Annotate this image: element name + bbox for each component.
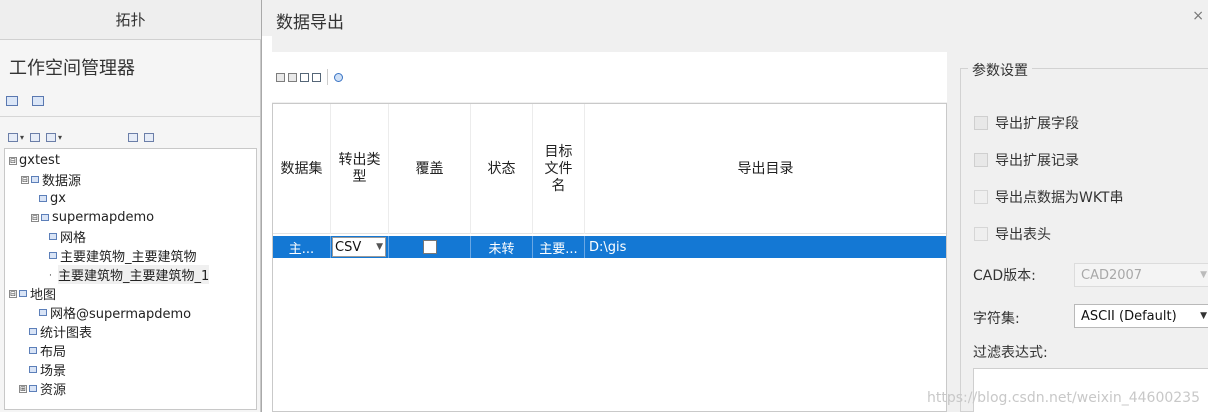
resource-icon[interactable] — [32, 96, 44, 106]
collapse-icon[interactable]: ⊟ — [21, 175, 29, 184]
export-header-checkbox[interactable] — [974, 227, 988, 241]
params-panel: 导出扩展字段 导出扩展记录 导出点数据为WKT串 导出表头 CAD版本: CAD… — [956, 50, 1208, 412]
tree-node-datasources[interactable]: ⊟ 数据源 — [21, 170, 81, 189]
export-ext-fields-checkbox[interactable] — [974, 116, 988, 130]
topology-tab[interactable]: 拓扑 — [0, 0, 261, 40]
tree-node-buildings-1[interactable]: · 主要建筑物_主要建筑物_1 — [49, 265, 210, 284]
dropdown-icon[interactable]: ▾ — [58, 133, 62, 142]
toolbar-separator — [327, 69, 328, 85]
add-dataset-icon[interactable] — [276, 72, 285, 82]
expand-all-icon[interactable] — [128, 132, 139, 142]
tree-node-maps[interactable]: ⊟ 地图 — [9, 284, 56, 303]
params-group: 导出扩展字段 导出扩展记录 导出点数据为WKT串 导出表头 CAD版本: CAD… — [960, 68, 1208, 412]
workspace-toolbar — [6, 92, 44, 110]
tree-node-buildings[interactable]: 主要建筑物_主要建筑物 — [49, 246, 197, 265]
tree-node-gx[interactable]: gx — [39, 189, 66, 208]
search-icon[interactable] — [46, 132, 57, 142]
collapse-icon[interactable]: ⊟ — [9, 156, 17, 165]
cad-version-select[interactable]: CAD2007 ▼ — [1074, 263, 1208, 287]
export-ext-records-checkbox[interactable] — [974, 153, 988, 167]
export-type-select[interactable]: CSV ▼ — [332, 237, 386, 257]
open-icon[interactable] — [8, 132, 18, 142]
chart-icon — [29, 328, 37, 335]
app-window: 拓扑 工作空间管理器 ▾ ▾ ⊟ gxtest ⊟ 数据源 gx ⊟ super… — [0, 0, 1208, 412]
scene-icon — [29, 366, 37, 373]
tree-node-supermapdemo[interactable]: ⊟ supermapdemo — [31, 208, 154, 227]
cell-target-file[interactable]: 主要... — [533, 236, 585, 258]
charset-select[interactable]: ASCII (Default) ▼ — [1074, 304, 1208, 328]
export-ext-fields-option[interactable]: 导出扩展字段 — [974, 113, 1079, 133]
cell-export-directory[interactable]: D:\gis — [585, 236, 946, 258]
datasource-icon — [39, 195, 47, 202]
header-overwrite[interactable]: 覆盖 — [389, 104, 471, 234]
tree-node-layouts[interactable]: 布局 — [29, 341, 66, 360]
header-status[interactable]: 状态 — [471, 104, 533, 234]
workspace-icon[interactable] — [6, 96, 18, 106]
export-point-wkt-checkbox[interactable] — [974, 190, 988, 204]
dialog-title: 数据导出 — [276, 13, 344, 33]
cell-status[interactable]: 未转 — [471, 236, 533, 258]
dropdown-icon[interactable]: ▾ — [20, 133, 24, 142]
params-legend: 参数设置 — [968, 60, 1032, 80]
tree-node-gxtest[interactable]: ⊟ gxtest — [9, 151, 60, 170]
workspace-manager-title: 工作空间管理器 — [9, 58, 135, 79]
new-icon[interactable] — [30, 132, 41, 142]
tree-node-resources[interactable]: ⊞ 资源 — [19, 379, 66, 398]
settings-icon[interactable] — [334, 72, 343, 82]
collapse-icon[interactable]: ⊟ — [31, 213, 39, 222]
chevron-down-icon: ▼ — [376, 242, 383, 252]
filter-expression-label: 过滤表达式: — [973, 345, 1048, 361]
tree-node-scenes[interactable]: 场景 — [29, 360, 66, 379]
workspace-tree[interactable]: ⊟ gxtest ⊟ 数据源 gx ⊟ supermapdemo 网格 主要建筑… — [4, 148, 257, 410]
map-icon — [39, 309, 47, 316]
layout-icon — [29, 347, 37, 354]
invert-selection-icon[interactable] — [312, 72, 321, 82]
charset-label: 字符集: — [973, 311, 1020, 327]
export-header-option[interactable]: 导出表头 — [974, 224, 1051, 244]
cell-export-type[interactable]: CSV ▼ — [331, 236, 389, 258]
datasource-icon — [31, 176, 39, 183]
header-export-directory[interactable]: 导出目录 — [585, 104, 946, 234]
cad-version-label: CAD版本: — [973, 268, 1036, 284]
tree-toolbar: ▾ ▾ — [8, 129, 155, 145]
divider — [0, 116, 260, 117]
header-export-type[interactable]: 转出类 型 — [331, 104, 389, 234]
grid-dataset-icon — [49, 233, 57, 240]
delete-icon[interactable] — [288, 72, 297, 82]
grid-toolbar — [272, 52, 947, 102]
header-target-file[interactable]: 目标 文件 名 — [533, 104, 585, 234]
overwrite-checkbox[interactable] — [422, 240, 437, 254]
tabular-dataset-icon: · — [49, 271, 52, 281]
export-ext-records-option[interactable]: 导出扩展记录 — [974, 150, 1079, 170]
resource-icon — [29, 385, 37, 392]
chevron-down-icon: ▼ — [1200, 311, 1207, 321]
cell-overwrite[interactable] — [389, 236, 471, 258]
collapse-all-icon[interactable] — [144, 132, 155, 142]
datasource-icon — [41, 214, 49, 221]
export-grid[interactable]: 数据集 转出类 型 覆盖 状态 目标 文件 名 导出目录 主... CSV ▼ — [272, 103, 947, 412]
close-icon[interactable]: × — [1192, 8, 1204, 24]
tree-node-charts[interactable]: 统计图表 — [29, 322, 92, 341]
tree-node-map-grid[interactable]: 网格@supermapdemo — [39, 303, 191, 322]
expand-icon[interactable]: ⊞ — [19, 384, 27, 393]
select-all-icon[interactable] — [300, 72, 309, 82]
tree-node-grid[interactable]: 网格 — [49, 227, 86, 246]
export-point-wkt-option[interactable]: 导出点数据为WKT串 — [974, 187, 1124, 207]
region-dataset-icon — [49, 252, 57, 259]
watermark: https://blog.csdn.net/weixin_44600235 — [926, 390, 1200, 406]
collapse-icon[interactable]: ⊟ — [9, 289, 17, 298]
map-icon — [19, 290, 27, 297]
data-export-dialog: 数据导出 × 数据集 转出类 型 覆盖 状态 目标 文件 名 导出目录 主... — [261, 0, 1208, 412]
header-dataset[interactable]: 数据集 — [273, 104, 331, 234]
cell-dataset[interactable]: 主... — [273, 236, 331, 258]
table-row[interactable]: 主... CSV ▼ 未转 主要... D:\gis — [273, 236, 946, 258]
grid-header: 数据集 转出类 型 覆盖 状态 目标 文件 名 导出目录 — [273, 104, 946, 234]
chevron-down-icon: ▼ — [1200, 270, 1207, 280]
workspace-panel: 拓扑 工作空间管理器 ▾ ▾ ⊟ gxtest ⊟ 数据源 gx ⊟ super… — [0, 0, 261, 412]
